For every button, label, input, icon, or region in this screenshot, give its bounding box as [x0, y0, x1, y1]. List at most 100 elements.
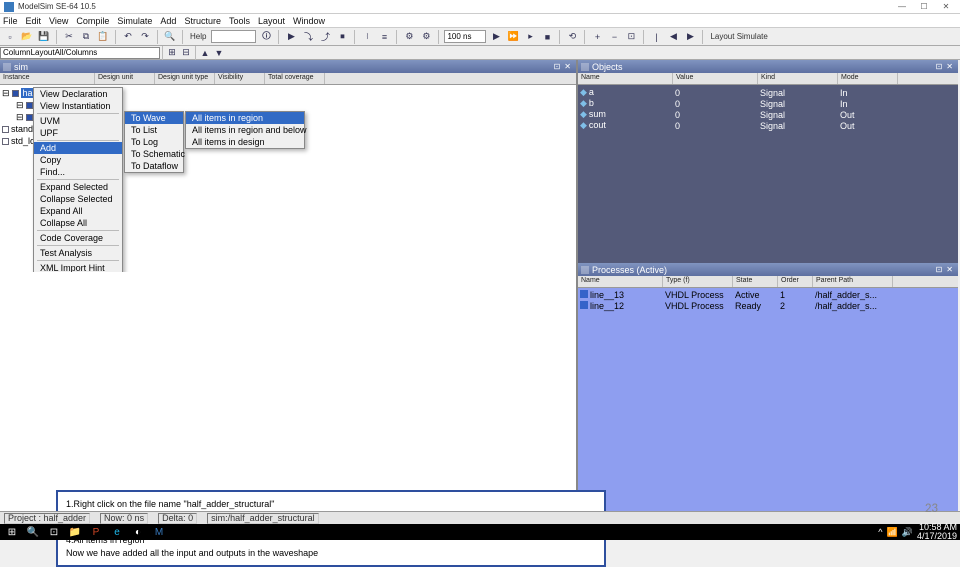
save-icon[interactable]: 💾: [37, 30, 51, 44]
proc-col-state[interactable]: State: [733, 276, 778, 287]
restart-icon[interactable]: ⟲: [565, 30, 579, 44]
proc-col-name[interactable]: Name: [578, 276, 663, 287]
list-icon[interactable]: ≡: [377, 30, 391, 44]
menu-edit[interactable]: Edit: [26, 16, 42, 26]
ctx-to-log[interactable]: To Log: [125, 136, 183, 148]
context-menu-main[interactable]: View Declaration View Instantiation UVM …: [33, 87, 123, 272]
help-search[interactable]: [211, 30, 256, 43]
col-design-unit[interactable]: Design unit: [95, 73, 155, 84]
col-coverage[interactable]: Total coverage: [265, 73, 325, 84]
redo-icon[interactable]: ↷: [138, 30, 152, 44]
run-all-icon[interactable]: ⏩: [506, 30, 520, 44]
proc-col-type[interactable]: Type (f): [663, 276, 733, 287]
search-down-icon[interactable]: ▼: [212, 46, 226, 60]
open-icon[interactable]: 📂: [20, 30, 34, 44]
menu-tools[interactable]: Tools: [229, 16, 250, 26]
ctx-copy[interactable]: Copy: [34, 154, 122, 166]
step-over-icon[interactable]: ⤵: [301, 30, 315, 44]
taskview-icon[interactable]: ⊡: [45, 525, 63, 539]
chrome-icon[interactable]: ◐: [129, 525, 147, 539]
ctx-items-design[interactable]: All items in design: [186, 136, 304, 148]
tray-up-icon[interactable]: ^: [878, 527, 882, 537]
search-icon[interactable]: 🔍: [24, 525, 42, 539]
new-icon[interactable]: ▫: [3, 30, 17, 44]
ctx-expand-sel[interactable]: Expand Selected: [34, 181, 122, 193]
obj-col-value[interactable]: Value: [673, 73, 758, 84]
continue-icon[interactable]: ▸: [523, 30, 537, 44]
copy-icon[interactable]: ⧉: [79, 30, 93, 44]
help-icon[interactable]: 🛈: [259, 30, 273, 44]
ctx-find[interactable]: Find...: [34, 166, 122, 178]
obj-row[interactable]: ◆cout0SignalOut: [580, 120, 956, 131]
ctx-view-decl[interactable]: View Declaration: [34, 88, 122, 100]
find-icon[interactable]: 🔍: [163, 30, 177, 44]
break-icon[interactable]: ⏹: [335, 30, 349, 44]
col-instance[interactable]: Instance: [0, 73, 95, 84]
proc-col-order[interactable]: Order: [778, 276, 813, 287]
ctx-collapse-sel[interactable]: Collapse Selected: [34, 193, 122, 205]
col-design-unit-type[interactable]: Design unit type: [155, 73, 215, 84]
zoom-out-icon[interactable]: −: [607, 30, 621, 44]
menu-compile[interactable]: Compile: [76, 16, 109, 26]
ctx-upf[interactable]: UPF: [34, 127, 122, 139]
zoom-full-icon[interactable]: ⊡: [624, 30, 638, 44]
panel-close-icon[interactable]: ✕: [944, 62, 955, 71]
ctx-to-list[interactable]: To List: [125, 124, 183, 136]
start-icon[interactable]: ⊞: [3, 525, 21, 539]
obj-row[interactable]: ◆sum0SignalOut: [580, 109, 956, 120]
obj-row[interactable]: ◆a0SignalIn: [580, 87, 956, 98]
runtime-input[interactable]: [444, 30, 486, 43]
filter-icon[interactable]: ⊞: [165, 46, 179, 60]
group-icon[interactable]: ⊟: [179, 46, 193, 60]
compile-icon[interactable]: ⚙: [402, 30, 416, 44]
ctx-code-cov[interactable]: Code Coverage: [34, 232, 122, 244]
step-icon[interactable]: ▶: [284, 30, 298, 44]
panel-close-icon[interactable]: ✕: [944, 265, 955, 274]
menu-file[interactable]: File: [3, 16, 18, 26]
menu-add[interactable]: Add: [160, 16, 176, 26]
ctx-to-wave[interactable]: To Wave: [125, 112, 183, 124]
ctx-view-inst[interactable]: View Instantiation: [34, 100, 122, 112]
wave-icon[interactable]: ⧙: [360, 30, 374, 44]
cursor-icon[interactable]: |: [649, 30, 663, 44]
column-layout-input[interactable]: [0, 47, 160, 59]
cut-icon[interactable]: ✂: [62, 30, 76, 44]
run-icon[interactable]: ▶: [489, 30, 503, 44]
ctx-uvm[interactable]: UVM: [34, 115, 122, 127]
obj-col-name[interactable]: Name: [578, 73, 673, 84]
prev-icon[interactable]: ◀: [666, 30, 680, 44]
proc-row[interactable]: line__12VHDL ProcessReady2/half_adder_s.…: [580, 301, 956, 312]
menu-structure[interactable]: Structure: [184, 16, 221, 26]
ctx-xml-hint[interactable]: XML Import Hint: [34, 262, 122, 272]
paste-icon[interactable]: 📋: [96, 30, 110, 44]
context-menu-add[interactable]: To Wave To List To Log To Schematic To D…: [124, 111, 184, 173]
help-label[interactable]: Help: [188, 32, 208, 41]
obj-col-mode[interactable]: Mode: [838, 73, 898, 84]
ctx-test-analysis[interactable]: Test Analysis: [34, 247, 122, 259]
explorer-icon[interactable]: 📁: [66, 525, 84, 539]
menu-simulate[interactable]: Simulate: [117, 16, 152, 26]
context-menu-items[interactable]: All items in region All items in region …: [185, 111, 305, 149]
menu-view[interactable]: View: [49, 16, 68, 26]
next-icon[interactable]: ▶: [683, 30, 697, 44]
stop-icon[interactable]: ■: [540, 30, 554, 44]
layout-selector[interactable]: Layout Simulate: [708, 32, 769, 41]
col-visibility[interactable]: Visibility: [215, 73, 265, 84]
close-button[interactable]: ✕: [936, 1, 956, 12]
maximize-button[interactable]: ☐: [914, 1, 934, 12]
obj-row[interactable]: ◆b0SignalIn: [580, 98, 956, 109]
obj-col-kind[interactable]: Kind: [758, 73, 838, 84]
panel-undock-icon[interactable]: ⊡: [934, 265, 945, 274]
modelsim-icon[interactable]: M: [150, 525, 168, 539]
proc-col-path[interactable]: Parent Path: [813, 276, 893, 287]
ctx-items-region[interactable]: All items in region: [186, 112, 304, 124]
ctx-items-below[interactable]: All items in region and below: [186, 124, 304, 136]
ctx-to-schematic[interactable]: To Schematic: [125, 148, 183, 160]
ctx-expand-all[interactable]: Expand All: [34, 205, 122, 217]
ie-icon[interactable]: e: [108, 525, 126, 539]
ctx-collapse-all[interactable]: Collapse All: [34, 217, 122, 229]
ctx-add[interactable]: Add: [34, 142, 122, 154]
proc-row[interactable]: line__13VHDL ProcessActive1/half_adder_s…: [580, 290, 956, 301]
zoom-in-icon[interactable]: +: [590, 30, 604, 44]
powerpoint-icon[interactable]: P: [87, 525, 105, 539]
